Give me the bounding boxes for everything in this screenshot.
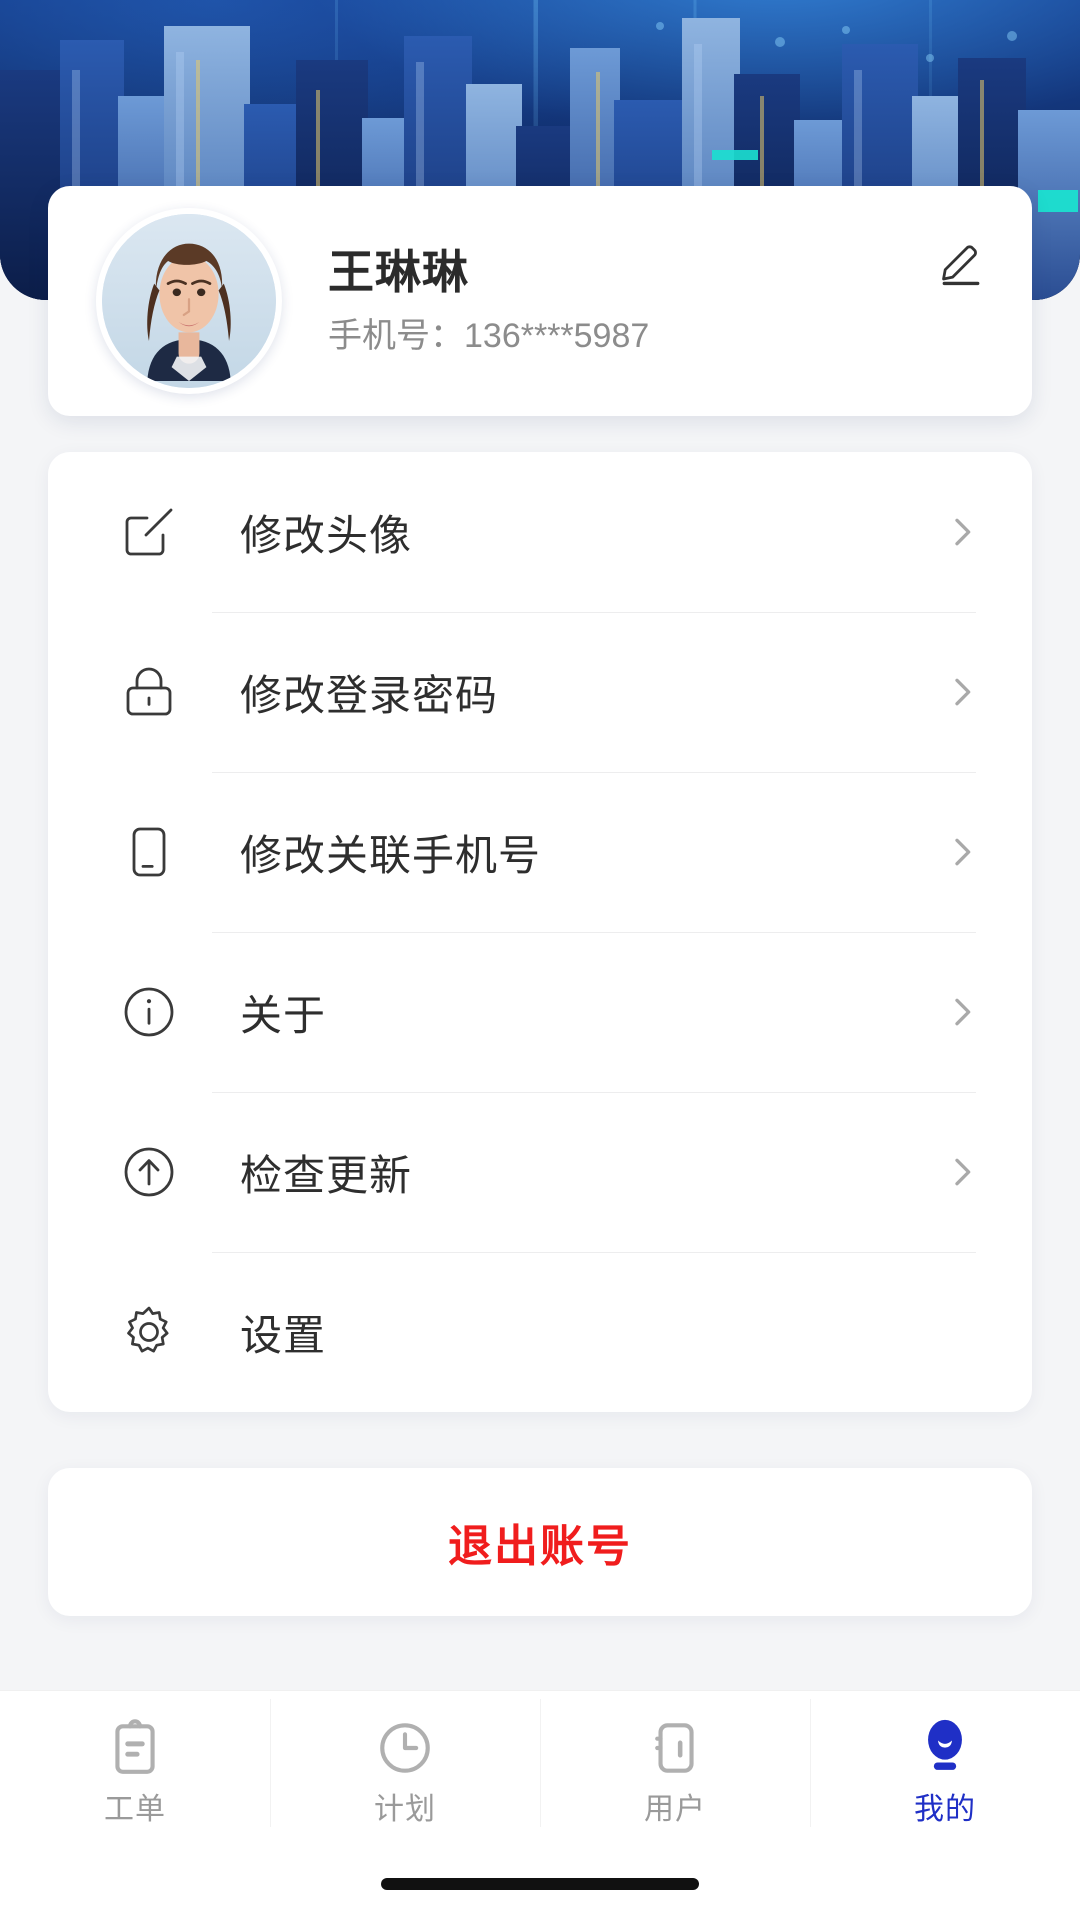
arrow-up-circle-icon: [112, 1135, 186, 1209]
profile-phone: 手机号：136****5987: [328, 317, 650, 355]
chevron-right-icon: [942, 992, 982, 1032]
tab-label: 工单: [104, 1793, 166, 1826]
chevron-right-icon: [942, 832, 982, 872]
tab-plans[interactable]: 计划: [270, 1691, 540, 1851]
profile-screen: 王琳琳 手机号：136****5987 修改头像 修改登录密码 修改关联手机号 …: [0, 0, 1080, 1920]
home-indicator: [381, 1878, 699, 1890]
lock-icon: [112, 655, 186, 729]
menu-item-about[interactable]: 关于: [88, 932, 992, 1092]
menu-item-label: 修改关联手机号: [240, 831, 542, 879]
settings-menu-card: 修改头像 修改登录密码 修改关联手机号 关于 检查更新 设置: [48, 452, 1032, 1412]
logout-label: 退出账号: [448, 1522, 632, 1571]
profile-info: 王琳琳 手机号：136****5987: [282, 249, 924, 353]
profile-name: 王琳琳: [328, 246, 469, 298]
menu-item-change-avatar[interactable]: 修改头像: [88, 452, 992, 612]
chevron-right-icon: [942, 1152, 982, 1192]
avatar-image: [102, 214, 276, 388]
mobile-phone-icon: [112, 815, 186, 889]
tab-work-orders[interactable]: 工单: [0, 1691, 270, 1851]
chevron-right-icon: [942, 672, 982, 712]
pencil-edit-icon: [942, 245, 980, 286]
info-circle-icon: [112, 975, 186, 1049]
gear-icon: [112, 1295, 186, 1369]
edit-profile-button[interactable]: [924, 226, 998, 300]
menu-item-change-phone[interactable]: 修改关联手机号: [88, 772, 992, 932]
tab-label: 用户: [644, 1793, 706, 1826]
menu-item-change-password[interactable]: 修改登录密码: [88, 612, 992, 772]
tab-profile[interactable]: 我的: [810, 1691, 1080, 1851]
edit-square-icon: [112, 495, 186, 569]
menu-item-settings[interactable]: 设置: [88, 1252, 992, 1412]
menu-item-label: 设置: [240, 1311, 327, 1359]
logout-button[interactable]: 退出账号: [48, 1468, 1032, 1616]
menu-item-label: 关于: [240, 991, 327, 1039]
profile-card[interactable]: 王琳琳 手机号：136****5987: [48, 186, 1032, 416]
id-card-icon: [644, 1717, 706, 1779]
person-icon: [914, 1717, 976, 1779]
tab-label: 我的: [914, 1793, 976, 1826]
avatar[interactable]: [96, 208, 282, 394]
clipboard-icon: [104, 1717, 166, 1779]
tab-users[interactable]: 用户: [540, 1691, 810, 1851]
tab-label: 计划: [374, 1793, 436, 1826]
menu-item-label: 修改头像: [240, 511, 413, 559]
chevron-right-icon: [942, 512, 982, 552]
menu-item-check-update[interactable]: 检查更新: [88, 1092, 992, 1252]
clock-icon: [374, 1717, 436, 1779]
user-avatar-photo: [102, 214, 276, 388]
menu-item-label: 修改登录密码: [240, 671, 499, 719]
menu-item-label: 检查更新: [240, 1151, 413, 1199]
